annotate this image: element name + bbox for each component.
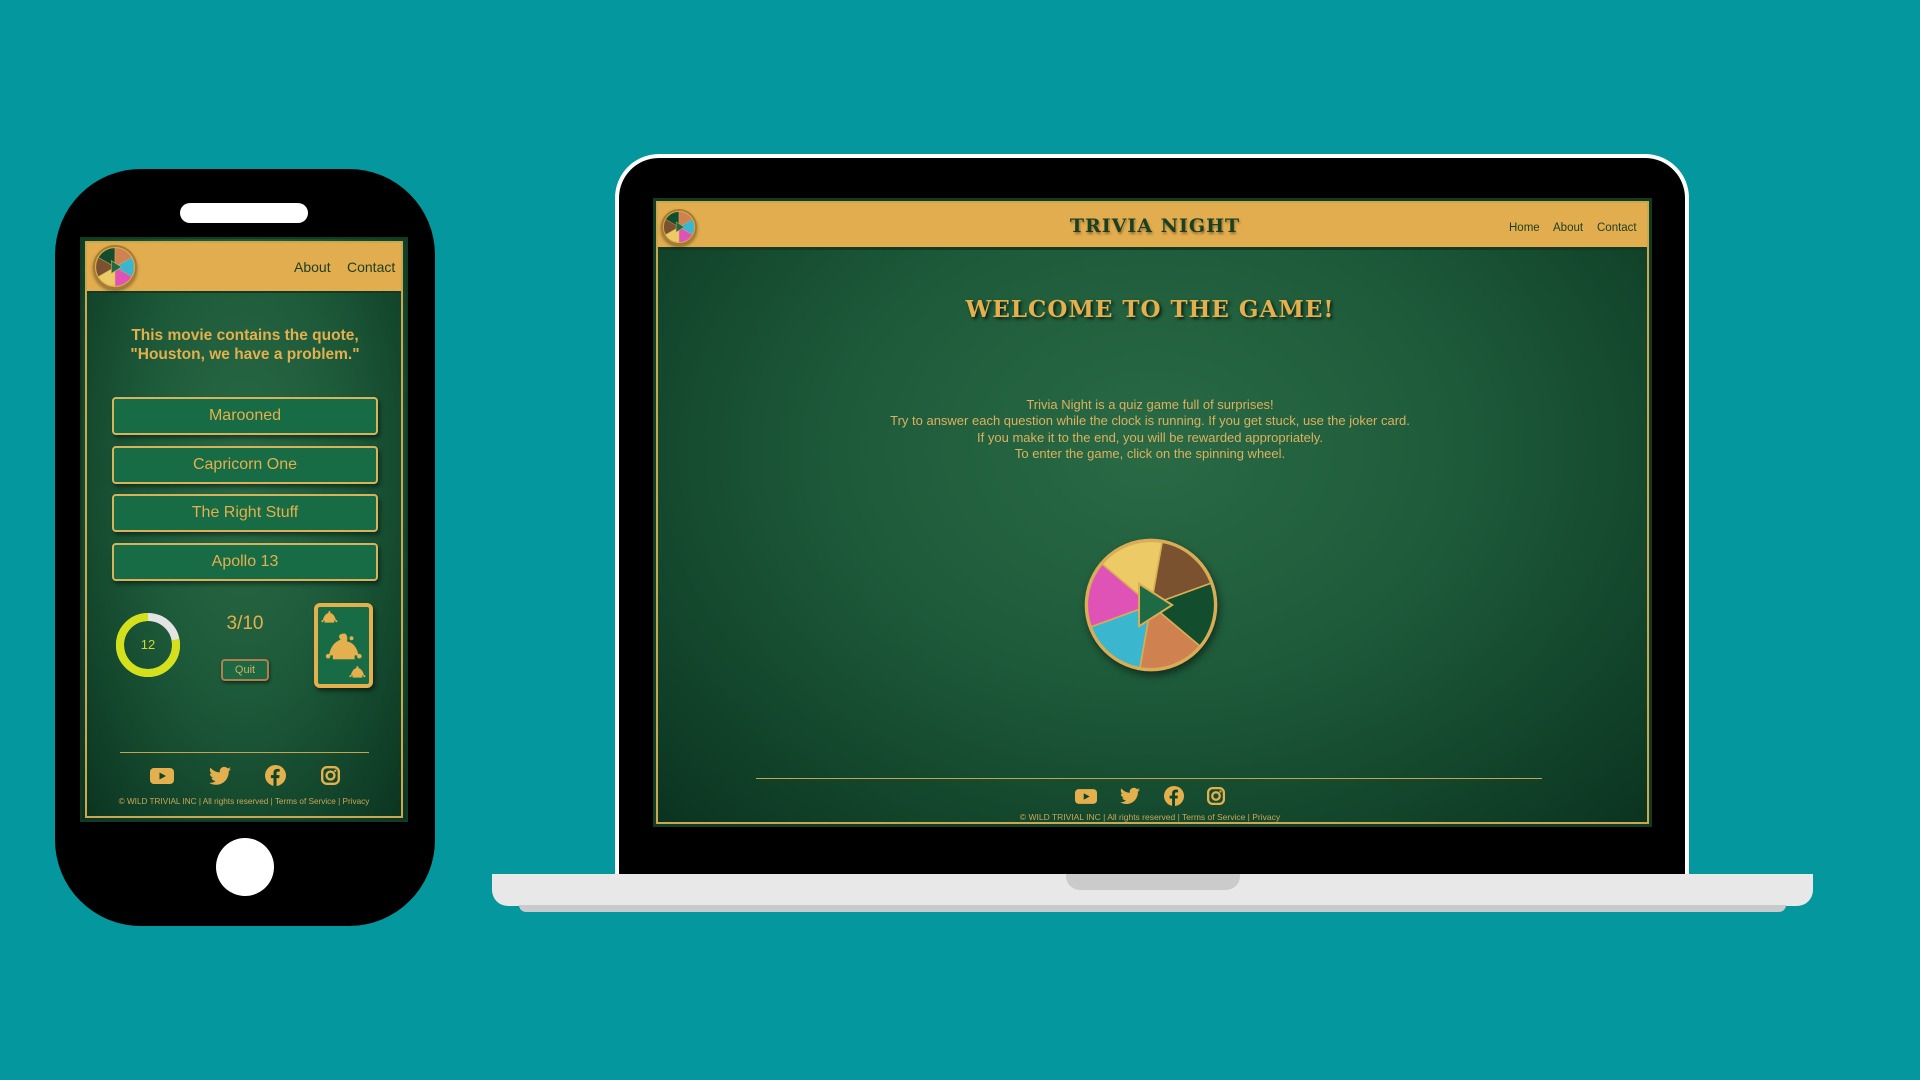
intro-line: If you make it to the end, you will be r… [977, 429, 1323, 445]
brand-title[interactable]: TRIVIA NIGHT [1025, 215, 1285, 237]
phone-home-button [216, 838, 274, 896]
instagram-icon[interactable] [1206, 787, 1225, 805]
laptop-nav-home[interactable]: Home [1509, 222, 1540, 234]
laptop-base-lip [519, 905, 1786, 912]
timer-value: 12 [140, 637, 156, 652]
phone-speaker [180, 203, 308, 223]
intro-line: Trivia Night is a quiz game full of surp… [1026, 397, 1274, 412]
intro-line: Try to answer each question while the cl… [890, 413, 1410, 429]
terms-link[interactable]: Terms of Service [275, 797, 336, 806]
answer-button[interactable]: Capricorn One [112, 446, 378, 484]
laptop-logo-wheel[interactable] [661, 209, 697, 245]
copyright: © WILD TRIVIAL INC | All rights reserved… [1019, 812, 1183, 822]
laptop-social-links [1075, 786, 1225, 806]
laptop-footer-divider [756, 778, 1542, 779]
terms-link[interactable]: Terms of Service [1182, 812, 1245, 822]
jester-small-bottom [349, 666, 366, 678]
answer-button[interactable]: Marooned [112, 397, 378, 435]
phone-logo-wheel[interactable] [93, 245, 137, 289]
phone-nav-contact[interactable]: Contact [347, 259, 395, 275]
laptop-nav-about[interactable]: About [1553, 222, 1583, 234]
jester-center [325, 633, 362, 660]
intro-line: To enter the game, click on the spinning… [1014, 445, 1286, 461]
privacy-link[interactable]: Privacy [1252, 812, 1280, 822]
twitter-icon[interactable] [1120, 787, 1141, 805]
facebook-icon[interactable] [1163, 786, 1184, 806]
quit-button[interactable]: Quit [221, 659, 269, 681]
facebook-icon[interactable] [265, 765, 287, 786]
phone-social-links [150, 765, 340, 786]
laptop-hinge-notch [1066, 874, 1240, 890]
score-counter: 3/10 [226, 613, 264, 634]
phone-footer-divider [120, 752, 369, 753]
separator: | [335, 797, 343, 806]
twitter-icon[interactable] [208, 766, 231, 786]
spinning-wheel[interactable] [1082, 536, 1220, 674]
laptop-screen-border [656, 201, 1649, 824]
question-text: This movie contains the quote, "Houston,… [130, 327, 360, 363]
privacy-link[interactable]: Privacy [343, 797, 370, 806]
welcome-heading: WELCOME TO THE GAME! [965, 296, 1335, 323]
laptop-nav-contact[interactable]: Contact [1597, 222, 1637, 234]
phone-footer-text: © WILD TRIVIAL INC | All rights reserved… [86, 797, 402, 806]
jester-hat-icon [321, 611, 366, 678]
jester-small-top [321, 611, 338, 623]
youtube-icon[interactable] [150, 767, 174, 785]
answer-button[interactable]: The Right Stuff [112, 494, 378, 532]
youtube-icon[interactable] [1075, 788, 1097, 805]
answer-button[interactable]: Apollo 13 [112, 543, 378, 581]
copyright: © WILD TRIVIAL INC | All rights reserved… [118, 797, 275, 806]
laptop-footer-text: © WILD TRIVIAL INC | All rights reserved… [900, 812, 1400, 822]
instagram-icon[interactable] [320, 766, 340, 785]
phone-nav-about[interactable]: About [294, 259, 331, 275]
intro-text: Trivia Night is a quiz game full of surp… [800, 397, 1500, 462]
joker-card[interactable] [314, 603, 373, 688]
